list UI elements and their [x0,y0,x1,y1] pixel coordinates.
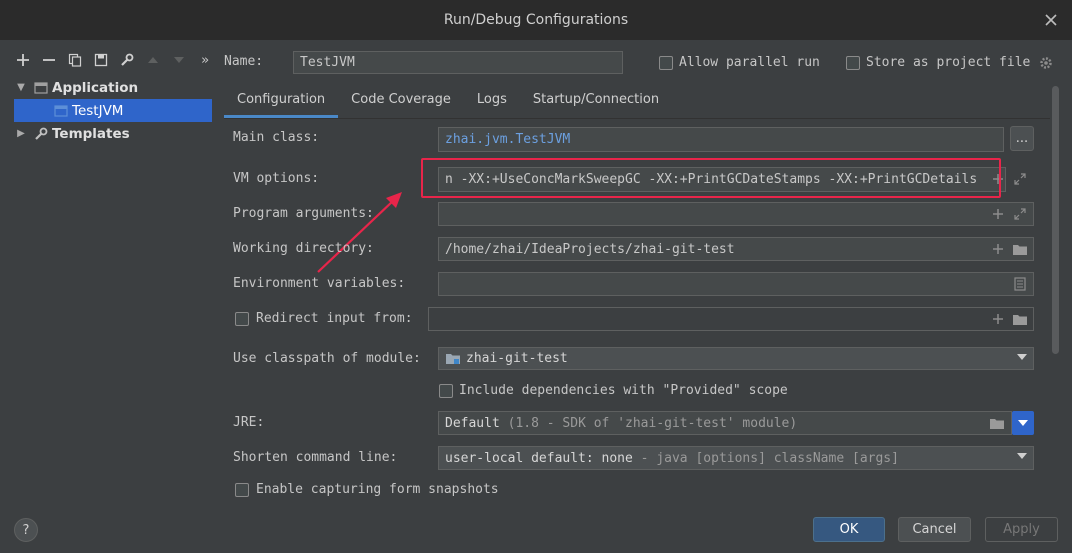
env-vars-input[interactable] [438,272,1034,296]
snapshots-checkbox[interactable] [235,483,249,497]
working-dir-input[interactable]: /home/zhai/IdeaProjects/zhai-git-test [438,237,1034,261]
browse-main-class-button[interactable]: ... [1010,126,1034,151]
expand-icon[interactable] [1012,171,1028,187]
config-toolbar: » [14,50,214,70]
working-dir-label: Working directory: [233,241,374,256]
include-deps-checkbox[interactable] [439,384,453,398]
classpath-module-select[interactable]: zhai-git-test [438,347,1034,370]
remove-icon[interactable] [40,51,58,69]
more-icon[interactable]: » [196,51,214,69]
chevron-down-icon[interactable]: ▼ [14,82,28,93]
shorten-command-select[interactable]: user-local default: none - java [options… [438,446,1034,470]
tree-item-application[interactable]: ▼ Application [14,76,212,99]
tree-item-label: Templates [52,125,130,142]
chevron-down-icon [1017,354,1027,360]
jre-label: JRE: [233,415,265,430]
store-project-checkbox[interactable] [846,56,860,70]
add-icon[interactable] [990,171,1006,187]
allow-parallel-checkbox[interactable] [659,56,673,70]
redirect-input-checkbox[interactable] [235,312,249,326]
main-class-label: Main class: [233,130,320,145]
apply-button[interactable]: Apply [985,517,1058,542]
vm-options-input[interactable]: n -XX:+UseConcMarkSweepGC -XX:+PrintGCDa… [438,167,1006,192]
chevron-down-icon [1018,419,1028,426]
shorten-label: Shorten command line: [233,450,398,465]
jre-dropdown-button[interactable] [1012,411,1034,435]
env-vars-label: Environment variables: [233,276,406,291]
tree-item-label: TestJVM [72,102,124,119]
redirect-input-field[interactable] [428,307,1034,331]
program-args-label: Program arguments: [233,206,374,221]
jre-value: Default [445,415,500,431]
vm-options-value: n -XX:+UseConcMarkSweepGC -XX:+PrintGCDa… [445,172,978,187]
move-up-icon[interactable] [144,51,162,69]
allow-parallel-label: Allow parallel run [679,55,820,70]
main-class-value: zhai.jvm.TestJVM [445,132,571,147]
wrench-icon [34,127,48,141]
class-run-icon [54,104,68,118]
form-scrollbar[interactable] [1052,86,1059,354]
move-down-icon[interactable] [170,51,188,69]
store-project-label: Store as project file [866,55,1031,70]
folder-icon[interactable] [1011,311,1029,327]
tab-code-coverage[interactable]: Code Coverage [338,86,464,116]
jre-detail: (1.8 - SDK of 'zhai-git-test' module) [507,415,798,431]
module-folder-icon [445,352,461,365]
tab-startup-connection[interactable]: Startup/Connection [520,86,672,116]
include-deps-label: Include dependencies with "Provided" sco… [459,383,788,398]
ok-button[interactable]: OK [813,517,885,542]
window-title: Run/Debug Configurations [443,12,629,28]
application-icon [34,81,48,95]
snapshots-label: Enable capturing form snapshots [256,482,499,497]
tree-item-templates[interactable]: ▶ Templates [14,122,212,145]
shorten-value: user-local default: none [445,450,633,466]
tab-logs[interactable]: Logs [464,86,520,116]
help-button[interactable]: ? [14,518,38,542]
name-input[interactable]: TestJVM [293,51,623,74]
expand-icon[interactable] [1012,206,1028,222]
add-icon[interactable] [990,241,1006,257]
add-icon[interactable] [990,206,1006,222]
tab-divider [224,118,1050,119]
close-icon[interactable] [1042,11,1060,29]
copy-icon[interactable] [66,51,84,69]
folder-icon[interactable] [988,415,1006,431]
program-args-input[interactable] [438,202,1034,226]
main-class-input[interactable]: zhai.jvm.TestJVM [438,127,1004,152]
add-icon[interactable] [990,311,1006,327]
tree-item-label: Application [52,79,139,96]
classpath-value: zhai-git-test [466,351,568,366]
config-tree: ▼ Application TestJVM ▶ Templates [14,76,212,145]
tab-configuration[interactable]: Configuration [224,86,339,118]
gear-icon[interactable] [1038,55,1054,71]
vm-options-label: VM options: [233,171,320,186]
name-label: Name: [224,54,264,69]
config-tabs: Configuration Code Coverage Logs Startup… [224,86,672,118]
chevron-right-icon[interactable]: ▶ [14,128,28,139]
jre-input[interactable]: Default (1.8 - SDK of 'zhai-git-test' mo… [438,411,1012,435]
name-value: TestJVM [300,55,355,70]
folder-icon[interactable] [1011,241,1029,257]
annotation-arrow-icon [317,192,402,273]
more-glyph: » [201,52,209,68]
working-dir-value: /home/zhai/IdeaProjects/zhai-git-test [445,241,735,257]
redirect-input-label: Redirect input from: [256,311,413,326]
document-icon[interactable] [1012,276,1028,292]
classpath-label: Use classpath of module: [233,351,421,366]
shorten-detail: - java [options] className [args] [640,450,899,466]
save-icon[interactable] [92,51,110,69]
chevron-down-icon [1017,453,1027,459]
tree-item-testjvm[interactable]: TestJVM [14,99,212,122]
add-icon[interactable] [14,51,32,69]
cancel-button[interactable]: Cancel [898,517,971,542]
wrench-icon[interactable] [118,51,136,69]
title-bar: Run/Debug Configurations [0,0,1072,40]
